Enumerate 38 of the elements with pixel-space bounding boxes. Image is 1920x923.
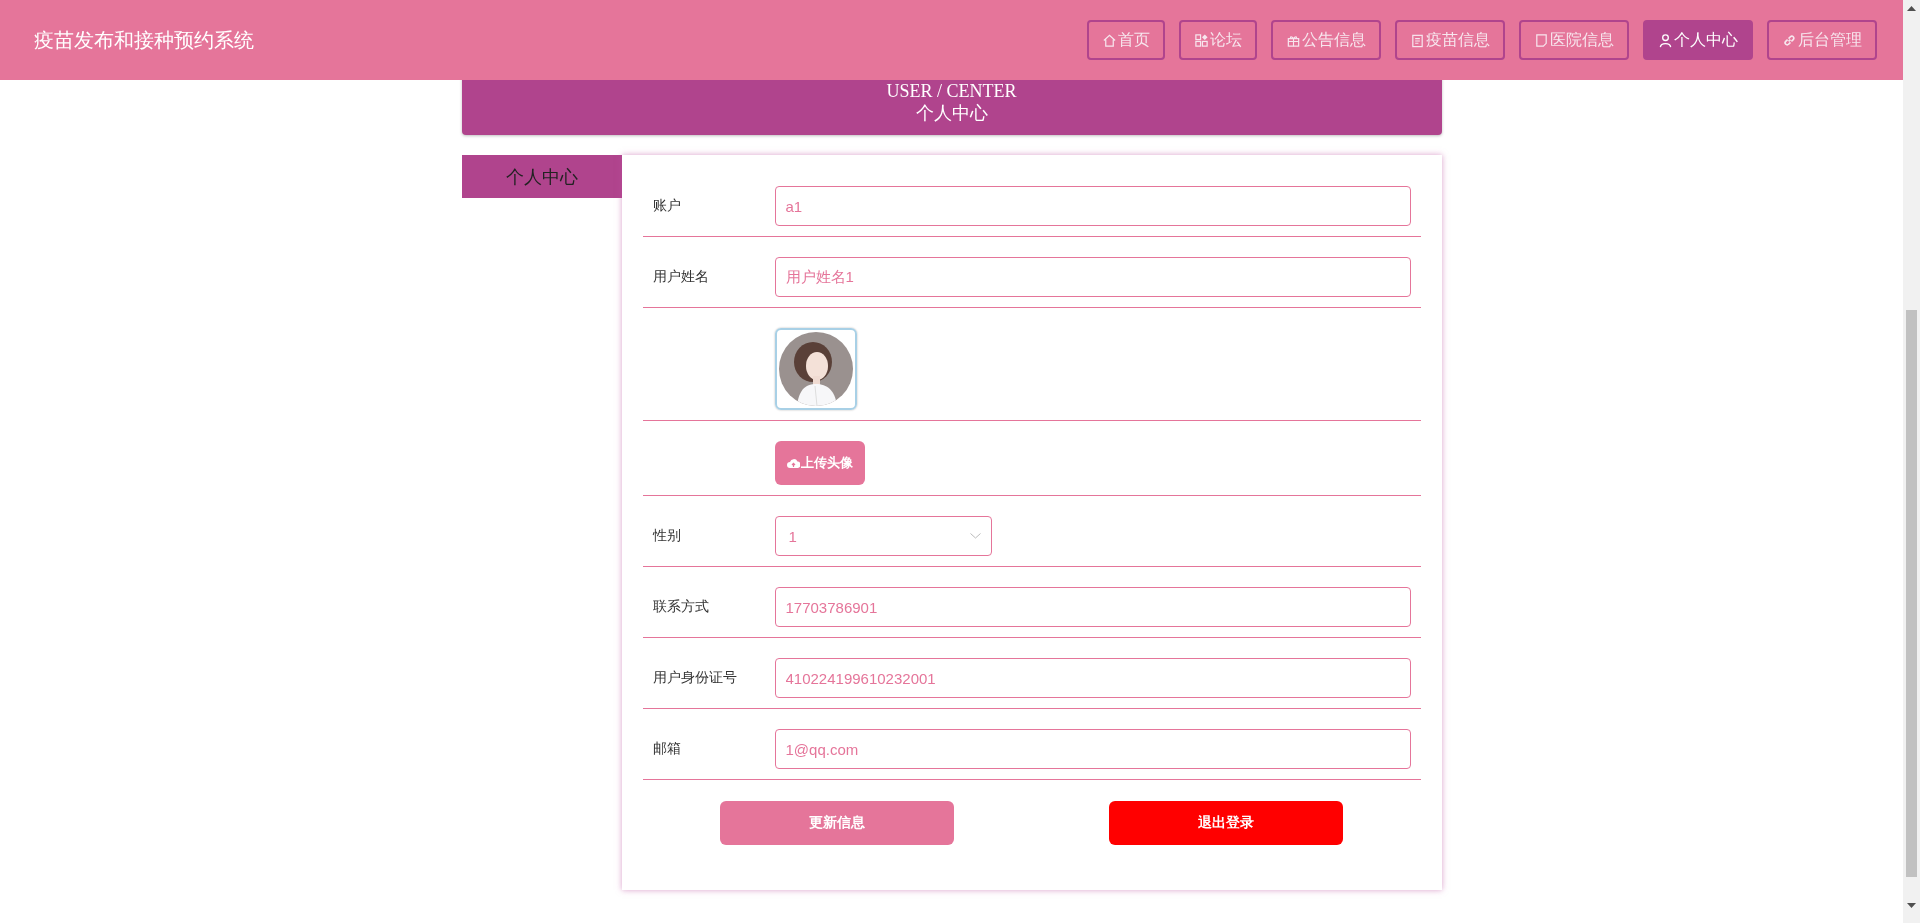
input-field[interactable]: a1 — [774, 186, 1411, 226]
input-field[interactable]: 用户姓名1 — [774, 257, 1411, 297]
cloud-upload-icon — [786, 458, 800, 468]
logout-button[interactable]: 退出登录 — [1109, 801, 1343, 845]
field-label: 联系方式 — [651, 598, 710, 616]
chevron-down-icon — [969, 533, 981, 539]
nav-tab[interactable]: 疫苗信息 — [1395, 20, 1505, 60]
sidebar-item[interactable]: 个人中心 — [461, 155, 622, 198]
nav-tab[interactable]: 个人中心 — [1643, 20, 1753, 60]
upload-avatar-button[interactable]: 上传头像 — [774, 441, 865, 485]
scroll-up-icon[interactable] — [1907, 6, 1916, 11]
scrollbar-thumb[interactable] — [1906, 310, 1917, 877]
input-field[interactable]: 410224199610232001 — [774, 658, 1411, 698]
nav-tab[interactable]: 后台管理 — [1767, 20, 1877, 60]
field-label: 邮箱 — [651, 740, 682, 758]
input-field[interactable]: 1@qq.com — [774, 729, 1411, 769]
home-icon — [1102, 32, 1117, 48]
nav-tab[interactable]: 公告信息 — [1271, 20, 1381, 60]
banner-title: 个人中心 — [914, 102, 989, 124]
grid-icon — [1194, 32, 1209, 48]
field-label: 性别 — [651, 527, 682, 545]
scroll-down-icon[interactable] — [1907, 903, 1916, 908]
nav-tab[interactable]: 医院信息 — [1519, 20, 1629, 60]
clipboard-icon — [1410, 32, 1425, 48]
select-field[interactable]: 1 — [774, 516, 992, 556]
field-label: 用户姓名 — [651, 268, 710, 286]
link-icon — [1782, 32, 1797, 48]
scrollbar[interactable] — [1903, 0, 1920, 923]
nav-tab[interactable]: 首页 — [1087, 20, 1165, 60]
field-label: 账户 — [651, 197, 682, 215]
site-title: 疫苗发布和接种预约系统 — [34, 27, 255, 53]
field-label: 用户身份证号 — [651, 669, 738, 687]
input-field[interactable]: 17703786901 — [774, 587, 1411, 627]
document-icon — [1534, 32, 1549, 48]
user-icon — [1658, 32, 1673, 48]
nav-tab[interactable]: 论坛 — [1179, 20, 1257, 60]
update-button[interactable]: 更新信息 — [720, 801, 954, 845]
banner-subtitle: USER / CENTER — [885, 80, 1018, 102]
